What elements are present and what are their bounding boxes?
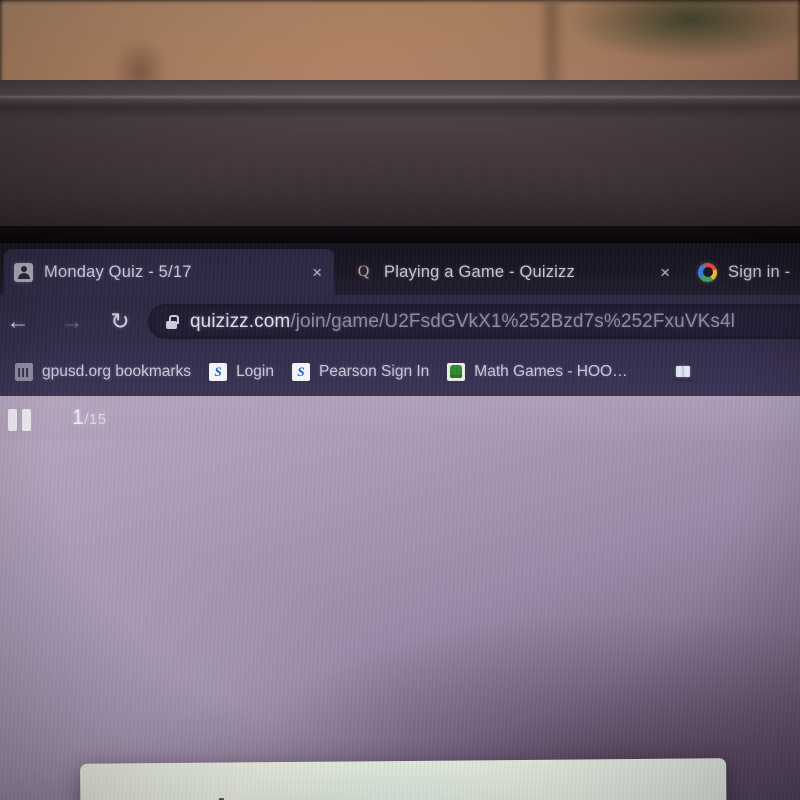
url-text: quizizz.com/join/game/U2FsdGVkX1%252Bzd7…: [190, 311, 735, 333]
book-icon: [673, 362, 692, 381]
question-counter: 1/15: [72, 406, 107, 430]
schoology-s-icon: S: [209, 362, 228, 381]
address-bar[interactable]: quizizz.com/join/game/U2FsdGVkX1%252Bzd7…: [148, 304, 800, 339]
pause-icon[interactable]: [8, 409, 32, 431]
bookmark-math-games[interactable]: Math Games - HOO…: [438, 362, 636, 381]
quizizz-q-icon: Q: [357, 263, 370, 280]
quizizz-game-page: 1/15 13.2 65 ° x: [0, 396, 800, 800]
bookmark-label: Math Games - HOO…: [474, 362, 628, 380]
photo-of-laptop-screen: Monday Quiz - 5/17 × Q Playing a Game - …: [0, 0, 800, 800]
schoology-s-icon: S: [292, 362, 310, 381]
bookmark-pearson-sign-in[interactable]: S Pearson Sign In: [283, 362, 438, 381]
background-wall: [0, 0, 800, 92]
bookmark-book[interactable]: [665, 362, 710, 381]
tab-sign-in[interactable]: Sign in -: [688, 249, 800, 295]
reload-icon[interactable]: ↻: [106, 307, 134, 335]
back-icon[interactable]: ←: [4, 307, 32, 335]
tab-monday-quiz[interactable]: Monday Quiz - 5/17 ×: [4, 249, 334, 295]
folder-icon: [15, 362, 33, 381]
lock-icon: [166, 314, 179, 329]
bookmark-login[interactable]: S Login: [200, 362, 283, 381]
tab-close-button[interactable]: ×: [660, 264, 670, 281]
laptop-lid: [0, 80, 800, 325]
url-host: quizizz.com: [190, 310, 291, 332]
question-number: 1: [72, 406, 85, 429]
navigation-bar: ← → ↻ quizizz.com/join/game/U2FsdGVkX1%2…: [0, 295, 800, 347]
question-total: 15: [88, 411, 107, 428]
bookmarks-bar: gpusd.org bookmarks S Login S Pearson Si…: [0, 347, 800, 396]
background-wall-edge: [540, 0, 566, 92]
green-character-icon: [447, 362, 466, 381]
bookmark-gpusd-folder[interactable]: gpusd.org bookmarks: [6, 362, 200, 381]
quiz-top-bar: 1/15: [0, 396, 800, 440]
bookmark-label: Pearson Sign In: [319, 362, 430, 380]
google-g-icon: [698, 262, 717, 282]
tab-strip: Monday Quiz - 5/17 × Q Playing a Game - …: [0, 243, 800, 295]
tab-playing-a-game[interactable]: Q Playing a Game - Quizizz ×: [344, 249, 680, 295]
bookmark-label: Login: [236, 362, 274, 380]
question-image-card: 13.2 65 ° x: [80, 758, 730, 800]
right-triangle-svg: [218, 798, 228, 800]
tab-title: Sign in -: [728, 262, 791, 281]
tab-close-button[interactable]: ×: [312, 264, 322, 281]
url-path: /join/game/U2FsdGVkX1%252Bzd7s%252FxuVKs…: [290, 310, 735, 332]
browser-window: Monday Quiz - 5/17 × Q Playing a Game - …: [0, 243, 800, 800]
tab-title: Monday Quiz - 5/17: [44, 262, 192, 281]
laptop-lid-highlight: [0, 96, 800, 99]
forward-icon[interactable]: →: [58, 307, 86, 335]
person-icon: [14, 262, 33, 282]
bookmark-label: gpusd.org bookmarks: [42, 362, 192, 380]
tab-title: Playing a Game - Quizizz: [384, 262, 575, 281]
